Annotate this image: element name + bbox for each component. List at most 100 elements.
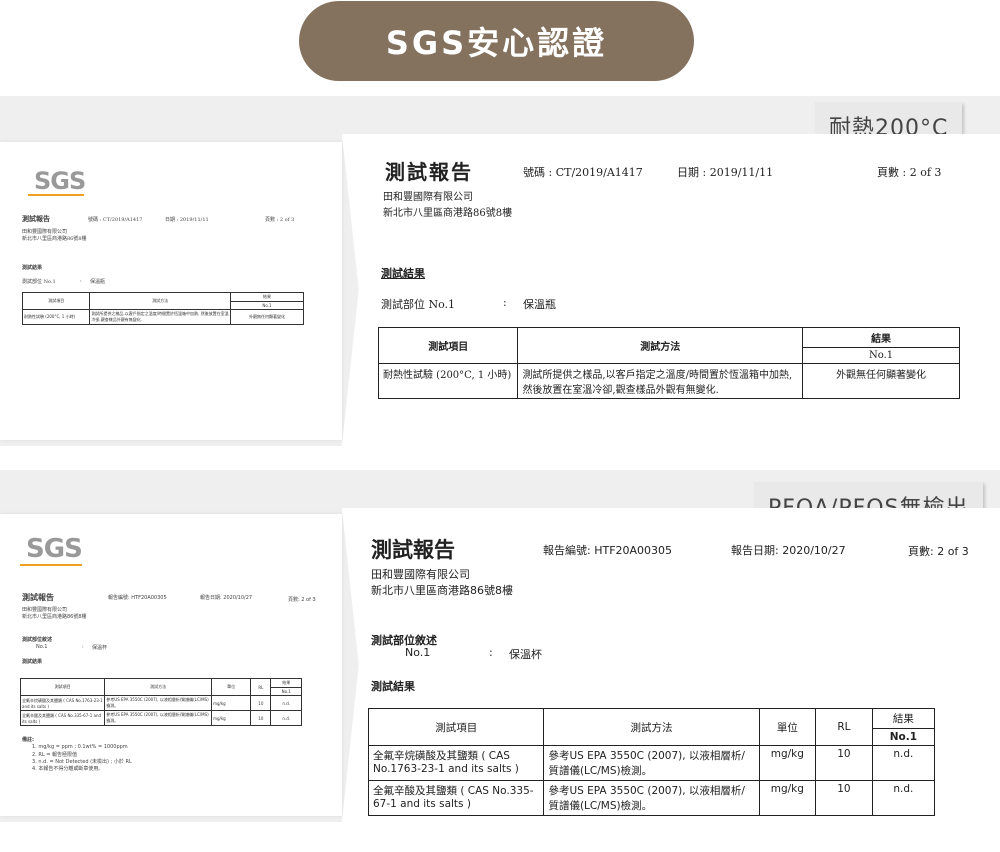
report-panel-pfoa: PFOA/PFOS無檢出 SGS 測試報告 報告編號: HTF20A00305 … [0,470,1000,822]
thumb-title: 測試報告 [22,214,50,223]
sgs-logo: SGS [26,534,83,564]
report-thumbnail-pfoa: SGS 測試報告 報告編號: HTF20A00305 報告日期: 2020/10… [0,514,342,816]
thumb-col-result: 結果 [229,292,305,302]
row-test-result: 外觀無任何顯著變化 [802,363,960,399]
col-no-header: No.1 [802,347,960,364]
col-item-header: 測試項目 [377,327,519,364]
report-number: 報告編號: HTF20A00305 [543,544,673,557]
result-heading: 測試結果 [381,267,425,280]
col-method-header: 測試方法 [517,327,804,364]
report-title: 測試報告 [385,160,473,184]
row-test-method: 參考US EPA 3550C (2007), 以液相層析/質譜儀(LC/MS)檢… [543,780,760,816]
thumb-colon: : [80,278,82,284]
row-test-item: 全氟辛酸及其鹽類 ( CAS No.335-67-1 and its salts… [367,780,545,816]
col-no-header: No.1 [871,728,936,746]
thumb-col-rl: RL [250,678,272,696]
thumb-notes-heading: 備註: [22,737,34,743]
thumb-row-result: 外觀無任何顯著變化 [229,309,305,325]
col-result-header: 結果 [871,708,936,729]
thumb-row-rl: 10 [250,695,272,711]
thumb-note: 2. RL = 報告極限值 [32,752,77,758]
thumb-part-heading: 測試部位敘述 [22,637,53,643]
thumb-number: 號碼 : CT/2019/A1417 [88,217,143,223]
part-label: No.1 [405,646,431,659]
thumb-part-label: No.1 [36,644,48,650]
company-name: 田和豐國際有限公司 [371,568,470,581]
col-item-header: 測試項目 [367,708,545,746]
report-zoom-pfoa: 測試報告 報告編號: HTF20A00305 報告日期: 2020/10/27 … [341,508,1000,822]
thumb-note: 1. mg/kg = ppm ; 0.1wt% = 1000ppm [32,744,128,750]
thumb-col-no: No.1 [270,687,302,696]
col-rl-header: RL [815,708,873,746]
report-date: 報告日期: 2020/10/27 [731,544,846,557]
company-name: 田和豐國際有限公司 [383,192,473,203]
logo-underline [28,194,84,196]
col-unit-header: 單位 [758,708,817,746]
thumb-row-item: 全氟辛酸及其鹽類 ( CAS No.335-67-1 and its salts… [19,710,106,726]
thumb-date: 報告日期: 2020/10/27 [200,595,253,601]
row-unit: mg/kg [758,745,817,781]
part-value: 保溫杯 [509,648,542,661]
part-label: 測試部位 No.1 [381,298,456,311]
thumb-row-item: 耐熱性試驗 (200°C, 1 小時) [21,309,91,325]
row-rl: 10 [815,780,873,816]
thumb-row-method: 參考US EPA 3550C (2007), 以液相層析/質譜儀(LC/MS)檢… [104,695,213,711]
part-value: 保溫瓶 [523,298,556,311]
thumb-col-method: 測試方法 [89,292,231,310]
report-number: 號碼 : CT/2019/A1417 [523,166,643,179]
thumb-row-unit: mg/kg [211,695,252,711]
thumb-company: 田和豐國際有限公司 [22,229,68,235]
thumb-result-heading: 測試結果 [22,659,43,665]
thumb-col-item: 測試項目 [21,292,91,310]
row-unit: mg/kg [758,780,817,816]
thumb-part-value: 保溫瓶 [90,279,106,285]
thumb-date: 日期 : 2019/11/11 [165,217,209,223]
row-result: n.d. [871,745,936,781]
report-zoom-heat: 測試報告 號碼 : CT/2019/A1417 日期 : 2019/11/11 … [341,134,1000,446]
thumb-title: 測試報告 [22,593,54,602]
thumb-result-heading: 測試結果 [22,265,43,271]
thumb-note: 4. 本報告不得分離或斷章使用。 [32,766,104,772]
thumb-row-item: 全氟辛烷磺酸及其鹽類 ( CAS No.1763-23-1 and its sa… [19,695,106,711]
company-address: 新北市八里區商港路86號8樓 [383,208,513,219]
thumb-col-no: No.1 [229,301,305,310]
thumb-row-result: n.d. [270,710,302,726]
thumb-col-result: 結果 [270,678,302,688]
thumb-number: 報告編號: HTF20A00305 [108,595,167,601]
row-rl: 10 [815,745,873,781]
row-test-method: 測試所提供之樣品,以客戶指定之溫度/時間置於恆溫箱中加熱, 然後放置在室溫冷卻,… [517,363,804,399]
thumb-company: 田和豐國際有限公司 [22,607,68,613]
report-page: 頁數: 2 of 3 [908,545,969,558]
row-test-method: 參考US EPA 3550C (2007), 以液相層析/質譜儀(LC/MS)檢… [543,745,760,781]
page-title: SGS安心認證 [385,24,608,62]
result-heading: 測試結果 [371,680,415,693]
company-address: 新北市八里區商港路86號8樓 [371,584,513,597]
part-colon: : [489,646,493,659]
col-result-header: 結果 [802,327,960,348]
report-panel-heat: 耐熱200°C SGS 測試報告 號碼 : CT/2019/A1417 日期 :… [0,96,1000,446]
result-table: 測試項目 測試方法 結果 No.1 耐熱性試驗 (200°C, 1 小時) 測試… [377,327,960,399]
report-date: 日期 : 2019/11/11 [677,166,774,179]
report-title: 測試報告 [371,538,455,562]
thumb-page: 頁數 : 2 of 3 [265,217,295,223]
thumb-col-item: 測試項目 [19,678,106,696]
row-test-item: 全氟辛烷磺酸及其鹽類 ( CAS No.1763-23-1 and its sa… [367,745,545,781]
page-title-banner: SGS安心認證 [299,1,694,81]
report-page: 頁數 : 2 of 3 [877,166,942,179]
thumb-row-rl: 10 [250,710,272,726]
thumb-result-table: 測試項目 測試方法 結果 No.1 耐熱性試驗 (200°C, 1 小時) 測試… [21,292,305,325]
thumb-row-method: 參考US EPA 3550C (2007), 以液相層析/質譜儀(LC/MS)檢… [104,710,213,726]
thumb-address: 新北市八里區商港路86號8樓 [22,236,87,242]
thumb-note: 3. n.d. = Not Detected (未檢出) ; 小於 RL [32,759,132,765]
thumb-page: 頁數: 2 of 3 [288,597,316,603]
report-thumbnail-heat: SGS 測試報告 號碼 : CT/2019/A1417 日期 : 2019/11… [0,142,342,440]
part-colon: : [503,296,507,309]
thumb-part-label: 測試部位 No.1 [22,279,56,285]
logo-underline [20,564,82,566]
thumb-col-method: 測試方法 [104,678,213,696]
row-test-item: 耐熱性試驗 (200°C, 1 小時) [377,363,519,399]
result-table: 測試項目 測試方法 單位 RL 結果 No.1 全氟辛烷磺酸及其鹽類 ( CAS… [367,708,936,816]
thumb-address: 新北市八里區商港路86號8樓 [22,614,87,620]
thumb-row-result: n.d. [270,695,302,711]
thumb-part-value: 保溫杯 [92,645,108,651]
